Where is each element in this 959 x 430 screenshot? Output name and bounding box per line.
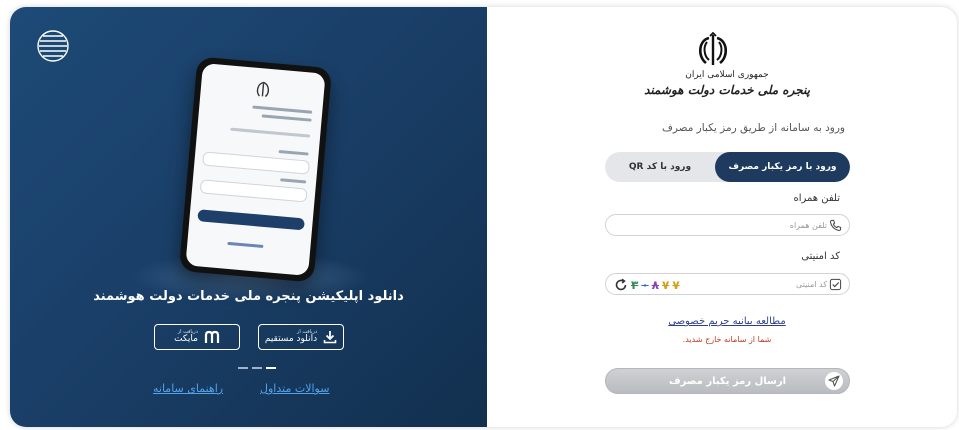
slider-dot[interactable] <box>252 367 262 369</box>
send-otp-button[interactable]: ارسال رمز یکبار مصرف <box>605 368 850 394</box>
download-myket-small-text: دریافت از <box>177 328 198 335</box>
login-panel: جمهوری اسلامی ایران پنجره ملی خدمات دولت… <box>487 7 957 427</box>
login-card: دانلود اپلیکیشن پنجره ملی خدمات دولت هوش… <box>10 7 957 427</box>
download-myket-label: مایکت <box>174 333 198 344</box>
tab-qr-login[interactable]: ورود با کد QR <box>605 152 715 182</box>
slider-dots <box>238 367 276 369</box>
send-otp-label: ارسال رمز یکبار مصرف <box>668 375 787 387</box>
captcha-char: ۷ <box>661 277 670 292</box>
captcha-char: ۳ <box>631 277 639 292</box>
phone-input[interactable] <box>677 217 827 233</box>
captcha-field-label: کد امنیتی <box>801 251 840 262</box>
guide-link[interactable]: راهنمای سامانه <box>153 382 223 395</box>
captcha-image: ۳ ۰ ۸ ۷ ۷ <box>614 276 724 293</box>
download-icon <box>323 331 337 344</box>
logout-message: شما از سامانه خارج شدید. <box>682 335 772 344</box>
app-promo-panel: دانلود اپلیکیشن پنجره ملی خدمات دولت هوش… <box>10 7 487 427</box>
slider-dot-active[interactable] <box>266 367 276 369</box>
download-direct-small-text: دریافت از <box>296 328 318 335</box>
checkbox-shield-icon <box>829 278 842 291</box>
globe-logo-icon <box>37 30 69 62</box>
login-method-tabs: ورود با رمز یکبار مصرف ورود با کد QR <box>605 152 850 182</box>
captcha-char: ۰ <box>641 277 649 292</box>
iran-emblem-icon <box>699 32 727 65</box>
tab-otp-login[interactable]: ورود با رمز یکبار مصرف <box>715 152 850 182</box>
phone-icon <box>830 219 842 231</box>
phone-screen <box>185 63 326 276</box>
captcha-char: ۷ <box>672 277 680 292</box>
login-subtitle: ورود به سامانه از طریق رمز یکبار مصرف <box>661 122 845 134</box>
slider-dot[interactable] <box>238 367 248 369</box>
myket-logo-icon <box>204 330 220 343</box>
captcha-input-wrapper: ۳ ۰ ۸ ۷ ۷ <box>605 273 850 295</box>
brand-line-1: جمهوری اسلامی ایران <box>685 70 769 80</box>
captcha-char: ۸ <box>651 277 659 292</box>
brand-line-2: پنجره ملی خدمات دولت هوشمند <box>644 83 810 97</box>
download-myket-button[interactable]: دریافت از مایکت <box>154 324 240 350</box>
promo-title: دانلود اپلیکیشن پنجره ملی خدمات دولت هوش… <box>93 289 404 304</box>
download-direct-label: دانلود مستقیم <box>264 333 318 344</box>
refresh-icon[interactable] <box>614 278 628 292</box>
faq-link[interactable]: سوالات متداول <box>260 382 329 395</box>
paper-plane-icon <box>825 372 843 390</box>
phone-field-label: تلفن همراه <box>793 193 840 204</box>
privacy-statement-link[interactable]: مطالعه بیانیه حریم خصوصی <box>637 316 817 327</box>
emblem-icon <box>256 81 270 98</box>
download-direct-button[interactable]: دریافت از دانلود مستقیم <box>258 324 344 350</box>
phone-mockup-image <box>178 56 333 283</box>
phone-input-wrapper <box>605 214 850 236</box>
